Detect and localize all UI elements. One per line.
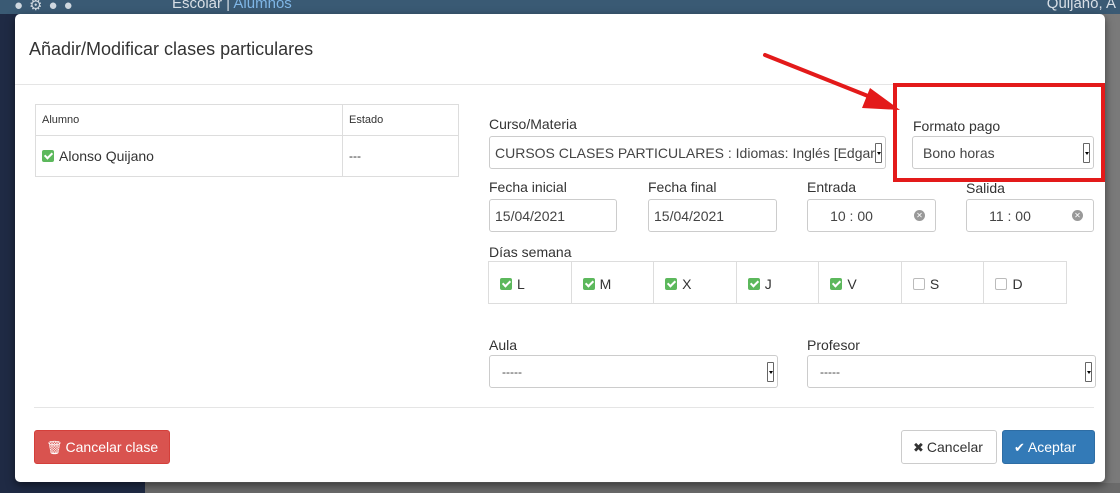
checkbox-checked-icon[interactable]: [747, 278, 760, 290]
breadcrumb-prefix: Escolar |: [172, 0, 234, 12]
cancelar-clase-label: Cancelar clase: [65, 439, 159, 455]
curso-select-value: CURSOS CLASES PARTICULARES : Idiomas: In…: [495, 145, 877, 161]
fecha-final-value: 15/04/2021: [654, 208, 725, 224]
checkbox-unchecked-icon[interactable]: [995, 278, 1008, 290]
clear-icon[interactable]: ✕: [914, 210, 925, 221]
modal-header: Añadir/Modificar clases particulares: [15, 14, 1105, 85]
day-checkbox-j[interactable]: J: [735, 262, 819, 303]
student-name: Alonso Quijano: [59, 148, 154, 164]
chevron-down-icon: [767, 362, 774, 382]
students-table: Alumno Estado Alonso Quijano ---: [35, 104, 459, 177]
dias-semana-group: L M X J V S D: [488, 261, 1067, 304]
clear-icon[interactable]: ✕: [1072, 210, 1083, 221]
entrada-time-input[interactable]: 10 : 00 ✕: [807, 199, 936, 232]
cancelar-label: Cancelar: [926, 439, 983, 455]
day-checkbox-l[interactable]: L: [489, 262, 571, 303]
chevron-down-icon: [875, 143, 882, 163]
fecha-inicial-input[interactable]: 15/04/2021: [489, 199, 617, 232]
dias-semana-label: Días semana: [489, 244, 572, 260]
checkbox-checked-icon[interactable]: [665, 278, 678, 290]
checkbox-unchecked-icon[interactable]: [912, 278, 925, 290]
day-label: M: [599, 276, 612, 292]
day-checkbox-s[interactable]: S: [900, 262, 984, 303]
cell-alumno[interactable]: Alonso Quijano: [36, 136, 343, 177]
day-checkbox-d[interactable]: D: [983, 262, 1066, 303]
cancelar-button[interactable]: ✖ Cancelar: [901, 430, 997, 464]
trash-icon: 🗑: [46, 440, 63, 455]
aula-value: -----: [502, 365, 522, 379]
salida-time-input[interactable]: 11 : 00 ✕: [966, 199, 1094, 232]
day-label: X: [682, 276, 692, 292]
day-label: D: [1012, 276, 1023, 292]
day-label: S: [929, 276, 940, 292]
close-icon: ✖: [913, 440, 924, 455]
salida-label: Salida: [966, 180, 1005, 196]
day-checkbox-v[interactable]: V: [818, 262, 901, 303]
column-header-alumno: Alumno: [35, 104, 343, 136]
modal-footer-divider: [34, 407, 1094, 408]
annotation-highlight-box: [893, 83, 1105, 182]
fecha-final-input[interactable]: 15/04/2021: [648, 199, 777, 232]
profesor-select[interactable]: -----: [807, 355, 1096, 388]
background-topbar: ●⚙●● Escolar | Alumnos Quijano, A: [0, 0, 1120, 14]
background-user: Quijano, A: [1046, 0, 1116, 12]
cell-estado: ---: [342, 135, 459, 177]
fecha-inicial-value: 15/04/2021: [495, 208, 566, 224]
background-topbar-icons: ●⚙●●: [14, 0, 79, 14]
breadcrumb-active: Alumnos: [233, 0, 292, 12]
aula-label: Aula: [489, 337, 518, 353]
aula-select[interactable]: -----: [489, 355, 778, 388]
check-icon: ✔: [1014, 440, 1025, 455]
students-table-header: Alumno Estado: [35, 104, 459, 136]
checkbox-checked-icon[interactable]: [500, 278, 512, 290]
checkbox-checked-icon[interactable]: [42, 150, 54, 162]
day-checkbox-m[interactable]: M: [570, 262, 654, 303]
background-bottom-row: [145, 483, 1120, 493]
day-checkbox-x[interactable]: X: [653, 262, 736, 303]
checkbox-checked-icon[interactable]: [582, 278, 595, 290]
fecha-final-label: Fecha final: [648, 179, 717, 195]
entrada-label: Entrada: [807, 179, 857, 195]
aceptar-button[interactable]: ✔ Aceptar: [1002, 430, 1095, 464]
curso-label: Curso/Materia: [489, 116, 577, 132]
curso-select[interactable]: CURSOS CLASES PARTICULARES : Idiomas: In…: [489, 136, 886, 169]
table-row[interactable]: Alonso Quijano ---: [36, 135, 459, 177]
day-label: V: [847, 276, 857, 292]
background-breadcrumb: Escolar | Alumnos: [172, 0, 292, 12]
profesor-label: Profesor: [807, 337, 860, 353]
aceptar-label: Aceptar: [1027, 439, 1077, 455]
column-header-estado: Estado: [342, 104, 459, 136]
day-label: L: [517, 276, 525, 292]
modal-title: Añadir/Modificar clases particulares: [29, 39, 314, 59]
checkbox-checked-icon[interactable]: [830, 278, 843, 290]
profesor-value: -----: [820, 365, 840, 379]
chevron-down-icon: [1085, 362, 1092, 382]
fecha-inicial-label: Fecha inicial: [489, 179, 567, 195]
cancelar-clase-button[interactable]: 🗑 Cancelar clase: [34, 430, 170, 464]
day-label: J: [764, 276, 772, 292]
